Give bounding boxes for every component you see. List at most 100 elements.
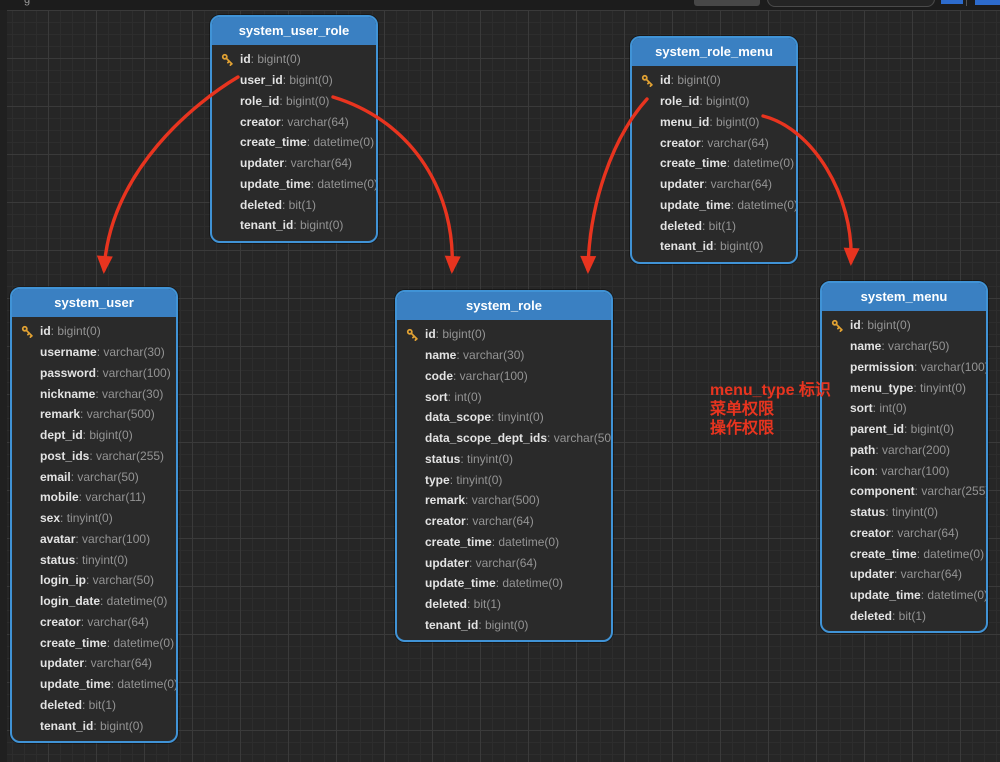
field-type: : varchar(64) — [466, 514, 534, 528]
field-system_role-updater[interactable]: updater: varchar(64) — [397, 552, 611, 573]
toolbar-search-input[interactable] — [767, 0, 935, 7]
toolbar-button[interactable] — [694, 0, 760, 6]
field-system_role-id[interactable]: id: bigint(0) — [397, 324, 611, 345]
field-system_user_role-tenant_id[interactable]: tenant_id: bigint(0) — [212, 215, 376, 236]
field-system_user-sex[interactable]: sex: tinyint(0) — [12, 508, 176, 529]
field-system_user_role-creator[interactable]: creator: varchar(64) — [212, 111, 376, 132]
field-type: : int(0) — [873, 401, 907, 415]
field-system_user-login_date[interactable]: login_date: datetime(0) — [12, 591, 176, 612]
field-system_menu-component[interactable]: component: varchar(255) — [822, 481, 986, 502]
toolbar-accent-button-2[interactable] — [975, 0, 1000, 5]
field-system_role_menu-creator[interactable]: creator: varchar(64) — [632, 132, 796, 153]
table-system_role[interactable]: system_role id: bigint(0)name: varchar(30… — [395, 290, 613, 642]
table-title-system_role[interactable]: system_role — [397, 292, 611, 320]
field-system_user_role-user_id[interactable]: user_id: bigint(0) — [212, 70, 376, 91]
field-system_user_role-deleted[interactable]: deleted: bit(1) — [212, 194, 376, 215]
field-system_menu-create_time[interactable]: create_time: datetime(0) — [822, 543, 986, 564]
field-system_role_menu-deleted[interactable]: deleted: bit(1) — [632, 215, 796, 236]
field-type: : bigint(0) — [251, 52, 301, 66]
field-type: : bigint(0) — [861, 318, 911, 332]
field-system_role-sort[interactable]: sort: int(0) — [397, 386, 611, 407]
diagram-canvas[interactable]: system_user_roleid: bigint(0)user_id: bi… — [0, 10, 1000, 762]
field-system_role-deleted[interactable]: deleted: bit(1) — [397, 594, 611, 615]
field-system_role-name[interactable]: name: varchar(30) — [397, 345, 611, 366]
field-system_role-data_scope_dept_ids[interactable]: data_scope_dept_ids: varchar(500) — [397, 428, 611, 449]
annotation-line-1: menu_type 标识 — [710, 381, 831, 400]
field-system_role-create_time[interactable]: create_time: datetime(0) — [397, 532, 611, 553]
field-system_menu-id[interactable]: id: bigint(0) — [822, 315, 986, 336]
field-system_user_role-role_id[interactable]: role_id: bigint(0) — [212, 91, 376, 112]
field-system_user-status[interactable]: status: tinyint(0) — [12, 549, 176, 570]
field-type: : varchar(30) — [95, 387, 163, 401]
field-system_menu-icon[interactable]: icon: varchar(100) — [822, 460, 986, 481]
field-system_user-dept_id[interactable]: dept_id: bigint(0) — [12, 425, 176, 446]
field-system_role_menu-menu_id[interactable]: menu_id: bigint(0) — [632, 112, 796, 133]
table-title-system_user[interactable]: system_user — [12, 289, 176, 317]
table-system_user[interactable]: system_user id: bigint(0)username: varcha… — [10, 287, 178, 743]
field-system_user_role-create_time[interactable]: create_time: datetime(0) — [212, 132, 376, 153]
field-name: id — [425, 327, 436, 341]
field-system_user_role-updater[interactable]: updater: varchar(64) — [212, 153, 376, 174]
field-system_menu-creator[interactable]: creator: varchar(64) — [822, 523, 986, 544]
field-system_menu-parent_id[interactable]: parent_id: bigint(0) — [822, 419, 986, 440]
field-system_user-email[interactable]: email: varchar(50) — [12, 466, 176, 487]
field-type: : varchar(64) — [894, 567, 962, 581]
field-system_role-data_scope[interactable]: data_scope: tinyint(0) — [397, 407, 611, 428]
field-system_menu-status[interactable]: status: tinyint(0) — [822, 502, 986, 523]
field-system_role-remark[interactable]: remark: varchar(500) — [397, 490, 611, 511]
field-type: : varchar(64) — [281, 115, 349, 129]
field-system_role_menu-create_time[interactable]: create_time: datetime(0) — [632, 153, 796, 174]
field-system_user_role-id[interactable]: id: bigint(0) — [212, 49, 376, 70]
field-system_user-deleted[interactable]: deleted: bit(1) — [12, 695, 176, 716]
table-title-system_user_role[interactable]: system_user_role — [212, 17, 376, 45]
field-system_role_menu-id[interactable]: id: bigint(0) — [632, 70, 796, 91]
table-system_role_menu[interactable]: system_role_menu id: bigint(0)role_id: bi… — [630, 36, 798, 264]
annotation-menu-type[interactable]: menu_type 标识 菜单权限 操作权限 — [710, 381, 831, 438]
field-system_user-nickname[interactable]: nickname: varchar(30) — [12, 383, 176, 404]
field-system_role_menu-role_id[interactable]: role_id: bigint(0) — [632, 91, 796, 112]
field-system_user_role-update_time[interactable]: update_time: datetime(0) — [212, 174, 376, 195]
canvas-left-edge — [0, 10, 7, 762]
field-type: : varchar(50) — [71, 470, 139, 484]
field-system_menu-permission[interactable]: permission: varchar(100) — [822, 357, 986, 378]
field-system_user-password[interactable]: password: varchar(100) — [12, 363, 176, 384]
field-name: password — [40, 366, 96, 380]
field-system_role-code[interactable]: code: varchar(100) — [397, 366, 611, 387]
field-system_user-create_time[interactable]: create_time: datetime(0) — [12, 632, 176, 653]
field-system_menu-deleted[interactable]: deleted: bit(1) — [822, 606, 986, 627]
field-system_menu-path[interactable]: path: varchar(200) — [822, 440, 986, 461]
toolbar-accent-button-1[interactable] — [941, 0, 963, 4]
field-system_user-remark[interactable]: remark: varchar(500) — [12, 404, 176, 425]
field-system_menu-menu_type[interactable]: menu_type: tinyint(0) — [822, 377, 986, 398]
field-system_user-updater[interactable]: updater: varchar(64) — [12, 653, 176, 674]
field-system_role-type[interactable]: type: tinyint(0) — [397, 469, 611, 490]
field-system_role_menu-update_time[interactable]: update_time: datetime(0) — [632, 195, 796, 216]
field-system_role-status[interactable]: status: tinyint(0) — [397, 449, 611, 470]
table-title-system_menu[interactable]: system_menu — [822, 283, 986, 311]
table-system_menu[interactable]: system_menu id: bigint(0)name: varchar(50… — [820, 281, 988, 633]
field-system_user-creator[interactable]: creator: varchar(64) — [12, 612, 176, 633]
field-system_user-tenant_id[interactable]: tenant_id: bigint(0) — [12, 715, 176, 736]
field-system_user-username[interactable]: username: varchar(30) — [12, 342, 176, 363]
field-system_role_menu-tenant_id[interactable]: tenant_id: bigint(0) — [632, 236, 796, 257]
field-system_role-tenant_id[interactable]: tenant_id: bigint(0) — [397, 615, 611, 636]
field-type: : datetime(0) — [917, 547, 984, 561]
field-system_menu-update_time[interactable]: update_time: datetime(0) — [822, 585, 986, 606]
table-title-system_role_menu[interactable]: system_role_menu — [632, 38, 796, 66]
field-type: : bit(1) — [467, 597, 501, 611]
field-system_user-id[interactable]: id: bigint(0) — [12, 321, 176, 342]
field-system_role-update_time[interactable]: update_time: datetime(0) — [397, 573, 611, 594]
table-system_user_role[interactable]: system_user_role id: bigint(0)user_id: bi… — [210, 15, 378, 243]
field-system_user-login_ip[interactable]: login_ip: varchar(50) — [12, 570, 176, 591]
field-system_user-mobile[interactable]: mobile: varchar(11) — [12, 487, 176, 508]
field-system_role_menu-updater[interactable]: updater: varchar(64) — [632, 174, 796, 195]
field-system_menu-updater[interactable]: updater: varchar(64) — [822, 564, 986, 585]
field-system_role-creator[interactable]: creator: varchar(64) — [397, 511, 611, 532]
field-system_user-post_ids[interactable]: post_ids: varchar(255) — [12, 446, 176, 467]
field-system_menu-name[interactable]: name: varchar(50) — [822, 336, 986, 357]
field-name: tenant_id — [425, 618, 478, 632]
field-type: : varchar(64) — [469, 556, 537, 570]
field-system_user-update_time[interactable]: update_time: datetime(0) — [12, 674, 176, 695]
field-system_menu-sort[interactable]: sort: int(0) — [822, 398, 986, 419]
field-system_user-avatar[interactable]: avatar: varchar(100) — [12, 529, 176, 550]
